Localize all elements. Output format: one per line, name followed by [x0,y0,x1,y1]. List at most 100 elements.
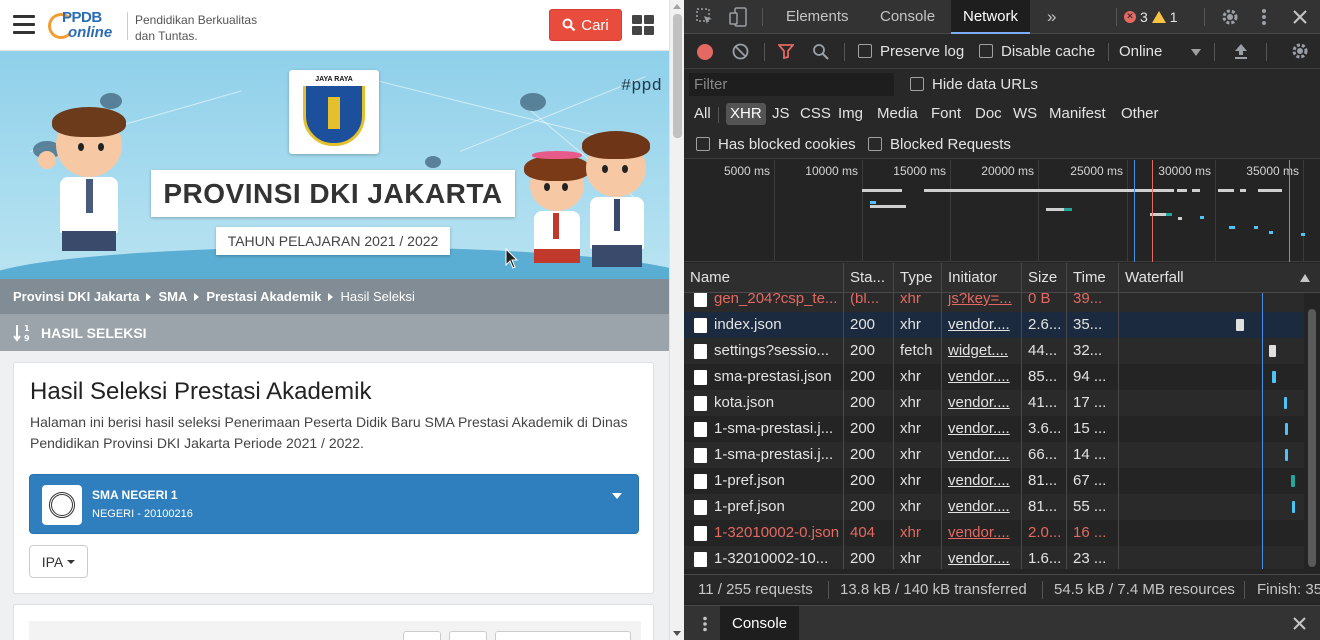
request-row[interactable]: 1-pref.json 200 xhr vendor.... 81... 55 ... [684,494,1304,520]
breadcrumb-item-prestasi[interactable]: Prestasi Akademik [206,289,321,304]
clear-log-icon[interactable] [732,43,749,60]
preserve-log-checkbox[interactable] [858,44,872,58]
request-row[interactable]: 1-pref.json 200 xhr vendor.... 81... 67 ... [684,468,1304,494]
cell-initiator[interactable]: vendor.... [942,312,1022,338]
type-filter-img[interactable]: Img [834,103,867,125]
results-card: Hasil Seleksi Prestasi Akademik Halaman … [13,362,654,594]
request-row[interactable]: settings?sessio... 200 fetch widget.... 44..… [684,338,1304,364]
settings-gear-icon[interactable] [1221,8,1239,26]
inspect-element-icon[interactable] [696,8,714,26]
sort-ascending-icon[interactable] [1300,274,1310,282]
breadcrumb-separator-icon [328,292,334,301]
breadcrumb-item-sma[interactable]: SMA [158,289,187,304]
filter-input[interactable] [689,73,894,96]
network-overview-timeline[interactable]: 5000 ms 10000 ms 15000 ms 20000 ms 25000… [684,160,1320,262]
school-dropdown[interactable]: SMA NEGERI 1 NEGERI - 20100216 [29,474,639,534]
column-waterfall[interactable]: Waterfall [1119,263,1320,293]
cell-initiator[interactable]: widget.... [942,338,1022,364]
school-name: SMA NEGERI 1 [92,488,178,502]
breadcrumb-item-province[interactable]: Provinsi DKI Jakarta [13,289,139,304]
column-name[interactable]: Name [684,263,844,293]
cell-initiator[interactable]: js?key=... [942,293,1022,312]
requests-scrollbar[interactable] [1304,293,1320,569]
device-toolbar-icon[interactable] [729,7,747,27]
page-scrollbar[interactable] [669,0,684,640]
request-row[interactable]: 1-32010002-10... 200 xhr vendor.... 1.6... 23… [684,546,1304,569]
search-button[interactable]: Cari [549,9,622,41]
blocked-requests-checkbox[interactable] [868,137,882,151]
webpage-viewport: PPDB online Pendidikan Berkualitas dan T… [0,0,669,640]
tab-network[interactable]: Network [951,0,1031,34]
waterfall-bar [1291,475,1295,487]
request-row[interactable]: 1-sma-prestasi.j... 200 xhr vendor.... 66...… [684,442,1304,468]
table-tool-button[interactable] [403,631,441,640]
scroll-up-arrow-icon[interactable] [673,4,681,9]
type-filter-ws[interactable]: WS [1009,103,1041,125]
request-row[interactable]: 1-sma-prestasi.j... 200 xhr vendor.... 3.6..… [684,416,1304,442]
cell-initiator[interactable]: vendor.... [942,520,1022,546]
cell-initiator[interactable]: vendor.... [942,364,1022,390]
type-filter-manifest[interactable]: Manifest [1045,103,1110,125]
request-row[interactable]: index.json 200 xhr vendor.... 2.6... 35... [684,312,1304,338]
column-time[interactable]: Time [1067,263,1119,293]
import-har-icon[interactable] [1233,43,1249,60]
type-filter-xhr[interactable]: XHR [726,103,766,125]
cell-name: 1-pref.json [684,494,844,520]
cell-initiator[interactable]: vendor.... [942,494,1022,520]
cell-initiator[interactable]: vendor.... [942,390,1022,416]
has-blocked-cookies-checkbox[interactable] [696,137,710,151]
cell-type: xhr [894,416,942,442]
close-devtools-icon[interactable] [1293,10,1307,24]
ppdb-logo[interactable]: PPDB online [48,9,122,43]
hide-data-urls-checkbox[interactable] [910,77,924,91]
request-row[interactable]: kota.json 200 xhr vendor.... 41... 17 ... [684,390,1304,416]
type-filter-font[interactable]: Font [927,103,965,125]
search-icon[interactable] [812,43,829,60]
request-row[interactable]: 1-32010002-0.json 404 xhr vendor.... 2.0... 1… [684,520,1304,546]
request-row[interactable]: gen_204?csp_te... (bl... xhr js?key=... 0 B3… [684,293,1304,312]
waterfall-bar [1292,501,1295,513]
more-tabs-icon[interactable]: » [1035,0,1068,34]
apps-grid-icon[interactable] [632,15,654,35]
column-type[interactable]: Type [894,263,942,293]
network-settings-gear-icon[interactable] [1291,42,1309,60]
waterfall-bar [1236,319,1244,331]
scroll-down-arrow-icon[interactable] [673,631,681,636]
warning-icon [1151,11,1166,23]
kebab-menu-icon[interactable] [1261,8,1267,26]
record-icon[interactable] [697,44,713,60]
column-status[interactable]: Sta... [844,263,894,293]
tab-console[interactable]: Console [868,0,947,34]
cell-time: 55 ... [1067,494,1119,520]
type-filter-doc[interactable]: Doc [971,103,1006,125]
cell-initiator[interactable]: vendor.... [942,546,1022,569]
type-filter-css[interactable]: CSS [796,103,835,125]
major-dropdown-button[interactable]: IPA [29,545,88,578]
drawer-tab-console[interactable]: Console [720,606,800,640]
request-row[interactable]: sma-prestasi.json 200 xhr vendor.... 85... 94… [684,364,1304,390]
drawer-menu-icon[interactable] [702,616,708,632]
overview-tick-label: 20000 ms [981,164,1034,178]
table-search-input[interactable] [495,631,631,640]
column-size[interactable]: Size [1022,263,1067,293]
cell-initiator[interactable]: vendor.... [942,416,1022,442]
type-filter-all[interactable]: All [690,103,715,125]
type-filter-js[interactable]: JS [768,103,794,125]
cell-status: (bl... [844,293,894,312]
filter-funnel-icon[interactable] [778,44,794,59]
type-filter-media[interactable]: Media [873,103,922,125]
tab-elements[interactable]: Elements [774,0,861,34]
table-tool-button[interactable] [449,631,487,640]
cell-time: 14 ... [1067,442,1119,468]
type-filter-other[interactable]: Other [1117,103,1163,125]
cell-initiator[interactable]: vendor.... [942,468,1022,494]
issues-counter[interactable]: ✕ 3 1 [1124,8,1178,26]
requests-scrollbar-thumb[interactable] [1308,309,1316,567]
column-initiator[interactable]: Initiator [942,263,1022,293]
throttling-select[interactable]: Online [1119,43,1162,60]
hamburger-menu-icon[interactable] [13,15,35,35]
close-drawer-icon[interactable] [1293,617,1306,630]
disable-cache-checkbox[interactable] [979,44,993,58]
cell-initiator[interactable]: vendor.... [942,442,1022,468]
scrollbar-thumb[interactable] [673,14,682,138]
